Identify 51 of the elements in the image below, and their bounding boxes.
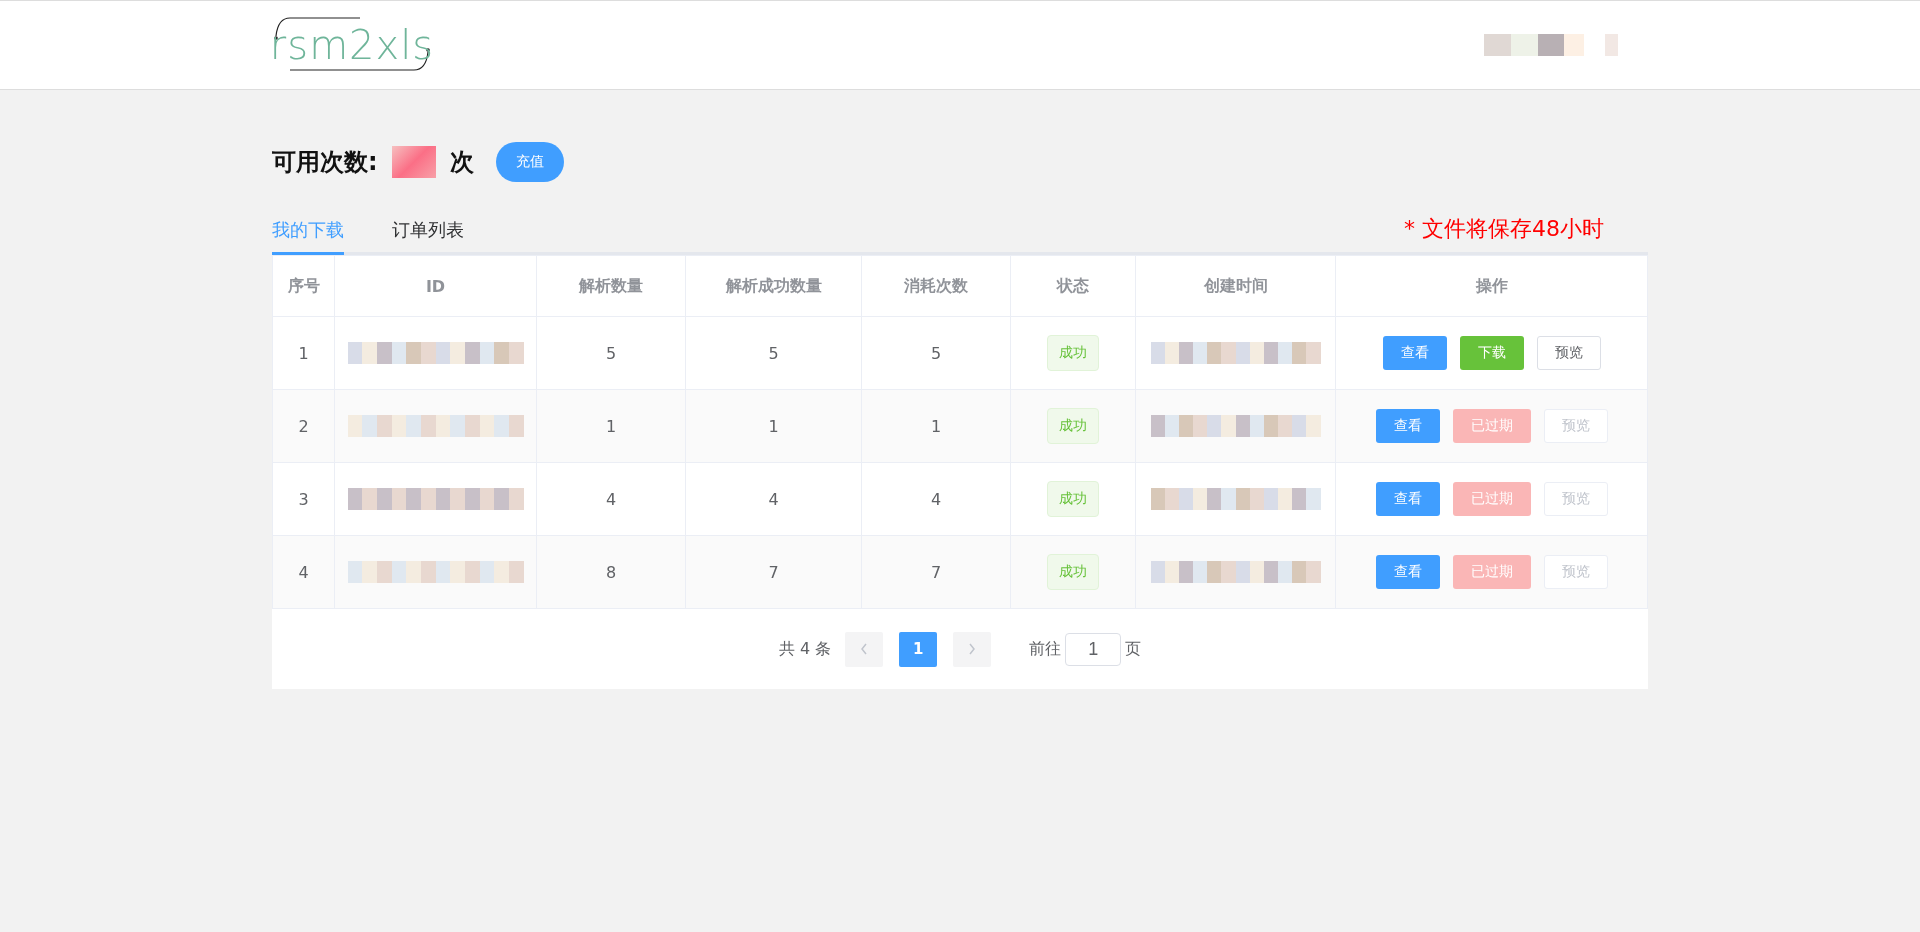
logo[interactable]: rsm2xls [272,16,432,74]
table-cell: 1 [861,389,1011,463]
table-cell: 5 [861,316,1011,390]
view-button[interactable]: 查看 [1375,482,1440,516]
download-button[interactable]: 下载 [1459,336,1524,370]
total-count: 共 4 条 [778,638,832,660]
column-header: 序号 [272,255,335,317]
tab[interactable]: 订单列表 [392,218,464,255]
status-tag: 成功 [1047,408,1099,444]
table-cell: 7 [685,535,862,609]
next-page-button[interactable] [953,631,992,667]
table-cell: 3 [272,462,335,536]
page-input[interactable]: 1 [1065,632,1122,666]
page-suffix: 页 [1125,638,1142,660]
goto-label: 前往 [1029,638,1062,660]
table-cell: 4 [272,535,335,609]
recharge-button[interactable]: 充值 [495,142,564,182]
notice-text: * 文件将保存48小时 [1404,215,1604,243]
column-header: 消耗次数 [861,255,1011,317]
table-cell: 2 [272,389,335,463]
status-tag: 成功 [1047,481,1099,517]
preview-button[interactable]: 预览 [1536,336,1601,370]
table-cell: 7 [861,535,1011,609]
table-cell: 1 [685,389,862,463]
status-tag: 成功 [1047,335,1099,371]
column-header: 解析数量 [536,255,686,317]
column-header: ID [334,255,537,317]
table-cell: 8 [536,535,686,609]
balance-label: 可用次数: [272,147,378,178]
table-cell: 4 [685,462,862,536]
column-header: 状态 [1010,255,1136,317]
view-button[interactable]: 查看 [1375,555,1440,589]
balance-unit: 次 [449,147,474,178]
chevron-right-icon [968,643,977,655]
column-header: 操作 [1335,255,1648,317]
prev-page-button[interactable] [845,631,884,667]
view-button[interactable]: 查看 [1382,336,1447,370]
table-cell: 1 [272,316,335,390]
table-cell: 5 [536,316,686,390]
view-button[interactable]: 查看 [1375,409,1440,443]
column-header: 创建时间 [1135,255,1336,317]
table-cell: 5 [685,316,862,390]
page-button[interactable]: 1 [899,631,938,667]
column-header: 解析成功数量 [685,255,862,317]
chevron-left-icon [860,643,869,655]
table-cell: 4 [861,462,1011,536]
table-cell: 1 [536,389,686,463]
redacted-block [391,146,436,178]
table-cell: 4 [536,462,686,536]
logo-arc-icon [272,16,432,72]
status-tag: 成功 [1047,554,1099,590]
